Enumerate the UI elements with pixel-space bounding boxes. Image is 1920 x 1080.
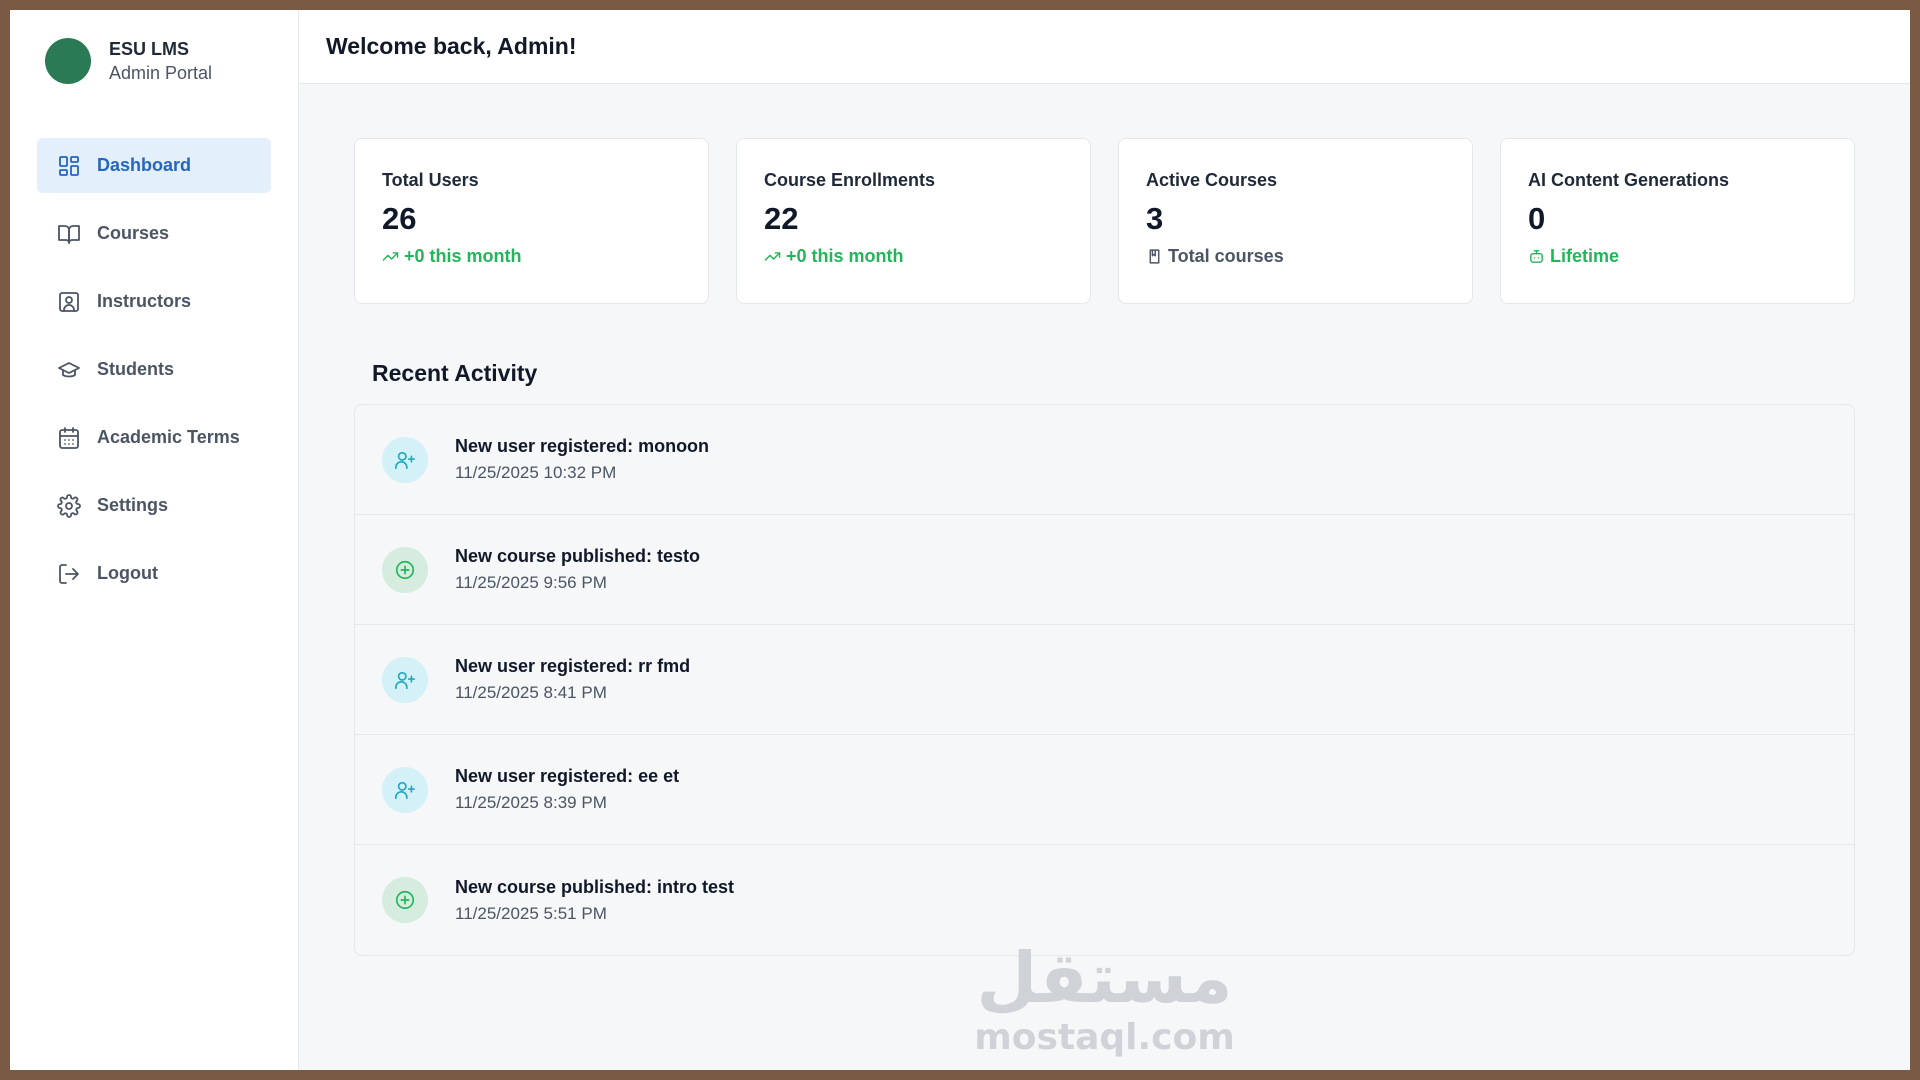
user-plus-icon <box>382 766 428 813</box>
list-item: New course published: testo 11/25/2025 9… <box>355 515 1854 625</box>
stat-foot-text: Total courses <box>1168 246 1284 266</box>
plus-circle-icon <box>382 546 428 593</box>
logout-icon <box>56 561 82 587</box>
gear-icon <box>56 493 82 519</box>
book-icon <box>56 221 82 247</box>
dashboard-icon <box>56 153 82 179</box>
stat-foot-text: +0 this month <box>404 246 522 266</box>
sidebar-item-logout[interactable]: Logout <box>37 546 271 601</box>
watermark-latin: mostaql.com <box>974 1017 1235 1058</box>
page-title: Welcome back, Admin! <box>326 33 577 59</box>
activity-time: 11/25/2025 5:51 PM <box>455 903 607 923</box>
stat-value: 3 <box>1146 201 1164 236</box>
sidebar-nav: Dashboard Courses Instructors Students A… <box>10 112 298 601</box>
sidebar-item-students[interactable]: Students <box>37 342 271 397</box>
recent-activity-list: New user registered: monoon 11/25/2025 1… <box>354 404 1855 956</box>
brand: ESU LMS Admin Portal <box>10 10 298 112</box>
app-window: ESU LMS Admin Portal Dashboard Courses I… <box>10 10 1910 1070</box>
stat-label: Active Courses <box>1146 170 1278 190</box>
stat-value: 0 <box>1528 201 1546 236</box>
main-content: Welcome back, Admin! Total Users 26 +0 t… <box>299 10 1910 1070</box>
calendar-icon <box>56 425 82 451</box>
stat-foot: +0 this month <box>764 245 1063 267</box>
stat-card-course-enrollments: Course Enrollments 22 +0 this month <box>736 138 1091 304</box>
stat-card-active-courses: Active Courses 3 Total courses <box>1118 138 1473 304</box>
robot-icon <box>1530 249 1543 263</box>
activity-title: New user registered: monoon <box>455 436 710 456</box>
stat-card-total-users: Total Users 26 +0 this month <box>354 138 709 304</box>
brand-name: ESU LMS <box>109 39 190 59</box>
stat-label: AI Content Generations <box>1528 170 1730 190</box>
trending-up-icon <box>382 251 399 261</box>
activity-title: New course published: testo <box>455 546 701 566</box>
plus-circle-icon <box>382 877 428 923</box>
user-plus-icon <box>382 656 428 703</box>
activity-title: New user registered: ee et <box>455 766 680 786</box>
sidebar-item-settings[interactable]: Settings <box>37 478 271 533</box>
activity-time: 11/25/2025 8:39 PM <box>455 793 607 812</box>
sidebar: ESU LMS Admin Portal Dashboard Courses I… <box>10 10 299 1070</box>
list-item: New user registered: rr fmd 11/25/2025 8… <box>355 625 1854 735</box>
stat-card-ai-generations: AI Content Generations 0 Lifetime <box>1500 138 1855 304</box>
stat-foot: Total courses <box>1146 245 1445 267</box>
stat-foot: Lifetime <box>1528 245 1827 267</box>
activity-time: 11/25/2025 10:32 PM <box>455 463 617 482</box>
stat-label: Course Enrollments <box>764 170 936 190</box>
book-small-icon <box>1149 248 1160 264</box>
brand-subtitle: Admin Portal <box>109 63 213 83</box>
graduation-cap-icon <box>56 357 82 383</box>
instructor-icon <box>56 289 82 315</box>
top-bar: Welcome back, Admin! <box>299 10 1910 84</box>
recent-activity-title: Recent Activity <box>372 360 538 386</box>
dashboard-content: Total Users 26 +0 this month Course Enro… <box>299 84 1910 956</box>
sidebar-item-dashboard[interactable]: Dashboard <box>37 138 271 193</box>
sidebar-item-label: Students <box>97 359 175 379</box>
stat-foot-text: Lifetime <box>1550 246 1620 266</box>
activity-time: 11/25/2025 8:41 PM <box>455 683 607 702</box>
stat-foot-text: +0 this month <box>786 246 904 266</box>
list-item: New user registered: ee et 11/25/2025 8:… <box>355 735 1854 845</box>
sidebar-item-label: Courses <box>97 223 170 243</box>
sidebar-item-courses[interactable]: Courses <box>37 206 271 261</box>
stat-foot: +0 this month <box>382 245 681 267</box>
sidebar-item-instructors[interactable]: Instructors <box>37 274 271 329</box>
trending-up-icon <box>764 251 781 261</box>
activity-title: New course published: intro test <box>455 876 735 897</box>
stat-value: 26 <box>382 201 417 236</box>
stat-value: 22 <box>764 201 799 236</box>
watermark: مستقل mostaql.com <box>299 938 1910 1058</box>
sidebar-item-label: Instructors <box>97 291 192 311</box>
activity-title: New user registered: rr fmd <box>455 656 691 676</box>
list-item: New course published: intro test 11/25/2… <box>355 845 1854 955</box>
sidebar-item-label: Settings <box>97 495 169 515</box>
list-item: New user registered: monoon 11/25/2025 1… <box>355 405 1854 515</box>
stat-label: Total Users <box>382 170 479 190</box>
stats-row: Total Users 26 +0 this month Course Enro… <box>354 138 1856 304</box>
brand-logo <box>45 38 91 84</box>
sidebar-item-academic-terms[interactable]: Academic Terms <box>37 410 271 465</box>
sidebar-item-label: Logout <box>97 563 158 583</box>
sidebar-item-label: Dashboard <box>97 155 192 175</box>
user-plus-icon <box>382 436 428 483</box>
sidebar-item-label: Academic Terms <box>97 427 240 447</box>
activity-time: 11/25/2025 9:56 PM <box>455 573 607 592</box>
